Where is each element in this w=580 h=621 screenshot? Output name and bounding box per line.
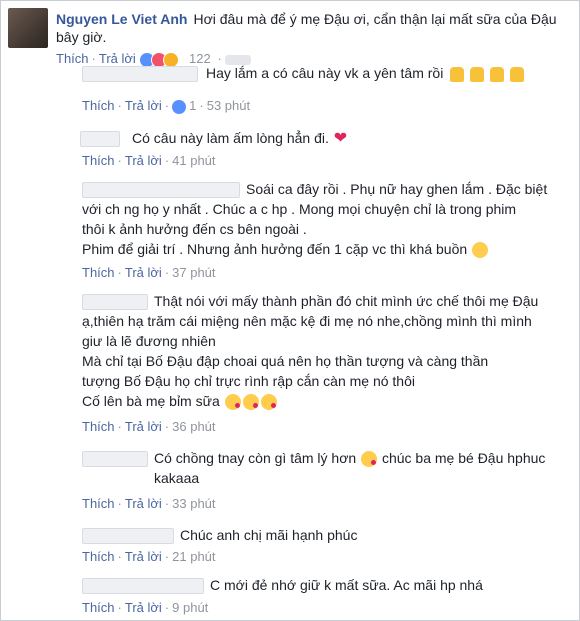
reply-item: Thật nói với mấy thành phần đó chit mình… — [82, 291, 572, 441]
timestamp[interactable]: 53 phút — [207, 98, 250, 113]
like-link[interactable]: Thích — [82, 98, 115, 113]
reply-text: Hay lắm a có câu này vk a yên tâm rồi — [206, 65, 444, 81]
like-link[interactable]: Thích — [82, 153, 115, 168]
thumbs-up-icon — [470, 66, 485, 82]
like-link[interactable]: Thích — [82, 600, 115, 615]
reply-actions: Thích · Trả lời · 9 phút — [82, 600, 209, 615]
like-link[interactable]: Thích — [82, 549, 115, 564]
comment-text-block: Nguyen Le Viet Anh Hơi đâu mà để ý mẹ Đậu… — [56, 10, 576, 46]
reply-line: giư là lẽ đương nhiên — [82, 333, 216, 349]
reply-link[interactable]: Trả lời — [125, 265, 162, 280]
blurred-name — [80, 131, 120, 147]
reply-line: tượng Bố Đậu họ chỉ trực rình rập cắn cà… — [82, 373, 415, 389]
kiss-face-icon — [361, 451, 378, 468]
timestamp[interactable]: 33 phút — [172, 496, 215, 511]
reply-item: Có chồng tnay còn gì tâm lý hơn chúc ba … — [82, 448, 572, 518]
reply-actions: Thích · Trả lời · 33 phút — [82, 496, 216, 511]
thumbs-up-icon — [510, 66, 525, 82]
timestamp[interactable]: 37 phút — [172, 265, 215, 280]
reply-item: Soái ca đây rồi . Phụ nữ hay ghen lắm . … — [82, 179, 572, 287]
reply-item: C mới đẻ nhớ giữ k mất sữa. Ac mãi hp nh… — [82, 575, 572, 620]
timestamp[interactable]: 9 phút — [172, 600, 208, 615]
like-link[interactable]: Thích — [82, 265, 115, 280]
reply-line: Cố lên bà mẹ bỉm sữa — [82, 393, 220, 409]
reply-line: Thật nói với mấy thành phần đó chit mình… — [154, 293, 539, 309]
blurred-name — [82, 66, 198, 82]
reply-line: Mà chỉ tại Bố Đậu đập choai quá nên họ t… — [82, 353, 489, 369]
reply-link[interactable]: Trả lời — [125, 600, 162, 615]
kiss-face-icon — [224, 394, 241, 411]
kiss-face-icon — [260, 394, 277, 411]
reply-actions: Thích · Trả lời · 1 · 53 phút — [82, 98, 251, 114]
like-link[interactable]: Thích — [82, 419, 115, 434]
kiss-face-icon — [242, 394, 259, 411]
reply-actions: Thích · Trả lời · 37 phút — [82, 265, 216, 280]
reply-line: ạ,thiên hạ trăm cái miệng nên mặc kệ đi … — [82, 313, 532, 329]
reply-line: thôi k ảnh hưởng đến cs bên ngoài . — [82, 221, 307, 237]
reply-item: Có câu này làm ấm lòng hẳn đi. ❤ Thích · T… — [80, 128, 572, 173]
reply-text: Chúc anh chị mãi hạnh phúc — [180, 527, 358, 543]
reply-line: Soái ca đây rồi . Phụ nữ hay ghen lắm . … — [246, 181, 548, 197]
like-count-icon — [172, 99, 187, 114]
reply-text: C mới đẻ nhớ giữ k mất sữa. Ac mãi hp nh… — [210, 577, 483, 593]
blurred-name — [82, 528, 174, 544]
reply-text: Có câu này làm ấm lòng hẳn đi. — [132, 130, 329, 146]
reply-actions: Thích · Trả lời · 41 phút — [82, 153, 216, 168]
reply-actions: Thích · Trả lời · 21 phút — [82, 549, 216, 564]
like-link[interactable]: Thích — [82, 496, 115, 511]
like-count[interactable]: 1 — [189, 98, 196, 113]
timestamp[interactable]: 41 phút — [172, 153, 215, 168]
reply-text: Có chồng tnay còn gì tâm lý hơn — [154, 450, 357, 466]
reply-line: Phim để giải trí . Nhưng ảnh hưởng đến 1… — [82, 241, 468, 257]
reply-line: với ch ng họ y nhất . Chúc a c hp . Mong… — [82, 201, 517, 217]
reply-link[interactable]: Trả lời — [125, 153, 162, 168]
blurred-name — [82, 578, 204, 594]
heart-icon: ❤ — [333, 130, 348, 148]
timestamp[interactable]: 36 phút — [172, 419, 215, 434]
timestamp[interactable]: 21 phút — [172, 549, 215, 564]
avatar[interactable] — [8, 8, 48, 48]
reply-item: Hay lắm a có câu này vk a yên tâm rồi Th… — [82, 63, 572, 123]
reply-link[interactable]: Trả lời — [125, 549, 162, 564]
reply-link[interactable]: Trả lời — [125, 98, 162, 113]
reply-actions: Thích · Trả lời · 36 phút — [82, 419, 216, 434]
thumbs-up-icon — [490, 66, 505, 82]
reply-link[interactable]: Trả lời — [125, 419, 162, 434]
sad-face-icon — [472, 242, 489, 259]
reply-item: Chúc anh chị mãi hạnh phúc Thích · Trả lời… — [82, 525, 572, 570]
author-name[interactable]: Nguyen Le Viet Anh — [56, 11, 187, 27]
reply-link[interactable]: Trả lời — [125, 496, 162, 511]
thumbs-up-icon — [450, 66, 465, 82]
